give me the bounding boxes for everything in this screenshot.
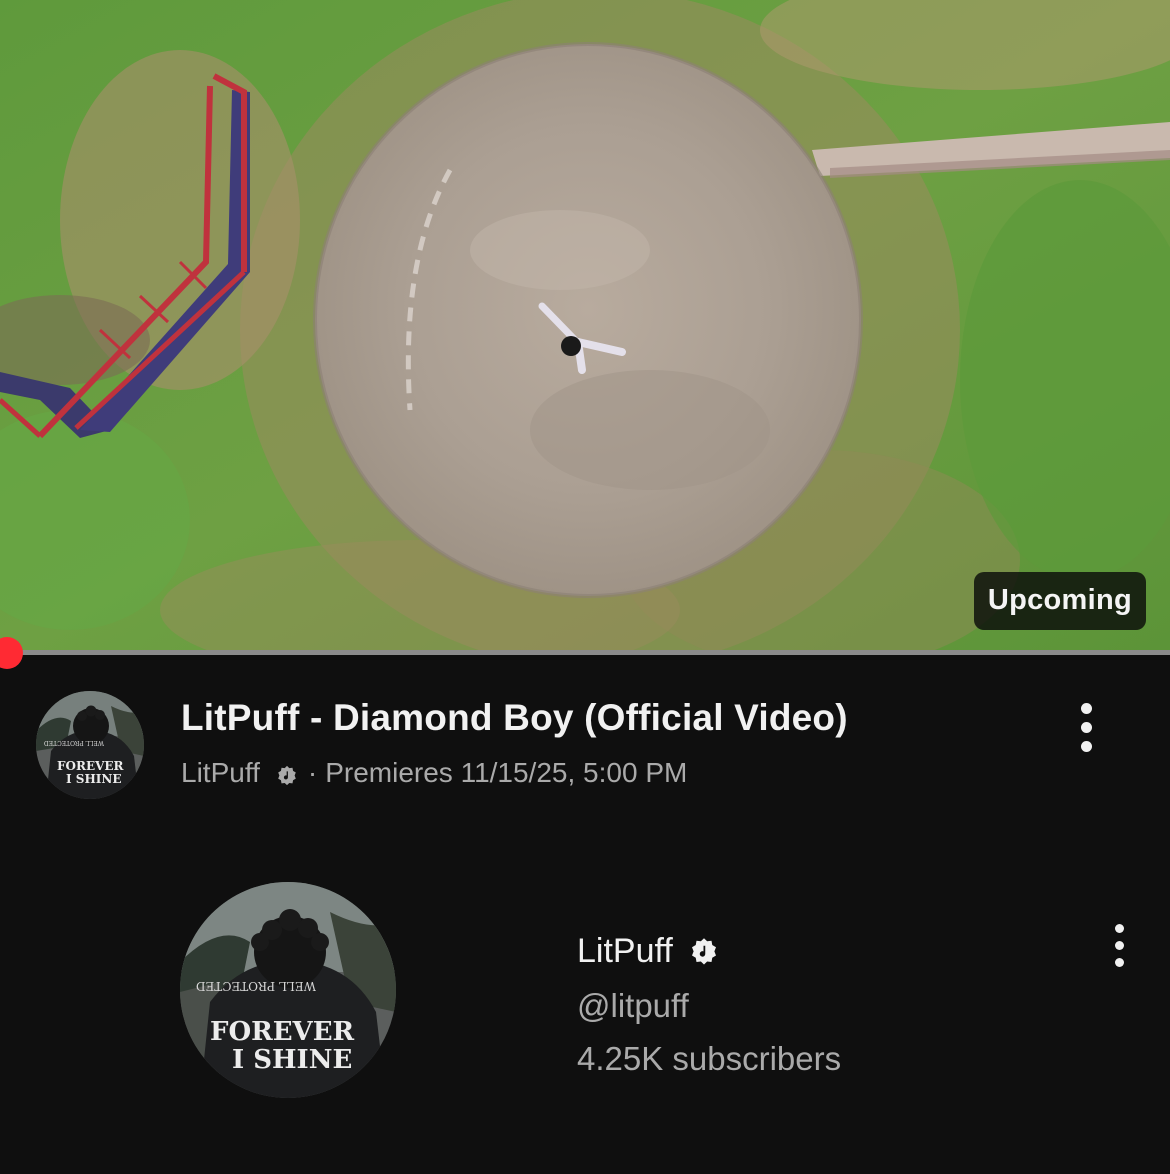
channel-more-button[interactable]	[1097, 910, 1141, 980]
channel-card-name[interactable]: LitPuff	[577, 932, 719, 971]
channel-card-name-text: LitPuff	[577, 932, 673, 970]
svg-text:FOREVER: FOREVER	[210, 1017, 355, 1047]
upcoming-badge: Upcoming	[973, 572, 1146, 630]
more-vert-icon-dot	[1114, 940, 1124, 950]
video-title[interactable]: LitPuff - Diamond Boy (Official Video)	[181, 697, 848, 739]
video-meta: LitPuff · Premieres 11/15/25, 5:00 PM	[181, 757, 687, 789]
channel-avatar[interactable]: WELL PROTECTED FOREVER I SHINE	[36, 691, 144, 799]
svg-text:WELL PROTECTED: WELL PROTECTED	[44, 739, 104, 746]
avatar-photo: WELL PROTECTED FOREVER I SHINE	[36, 691, 144, 799]
video-more-button[interactable]	[1064, 692, 1108, 762]
subscriber-count: 4.25K subscribers	[577, 1040, 842, 1077]
channel-handle: @litpuff	[577, 987, 689, 1024]
svg-text:FOREVER: FOREVER	[57, 759, 125, 773]
aerial-field-image	[0, 0, 1170, 652]
channel-card-avatar[interactable]: WELL PROTECTED FOREVER I SHINE	[180, 882, 396, 1098]
video-thumbnail[interactable]: Upcoming	[0, 0, 1170, 652]
more-vert-icon	[1080, 702, 1092, 714]
music-note-verified-icon	[689, 937, 719, 967]
svg-text:WELL PROTECTED: WELL PROTECTED	[196, 979, 316, 993]
meta-separator: ·	[307, 757, 318, 788]
video-channel-name[interactable]: LitPuff	[181, 757, 260, 789]
more-vert-icon	[1114, 923, 1124, 933]
avatar-photo-large: WELL PROTECTED FOREVER I SHINE	[180, 882, 396, 1098]
music-note-verified-icon	[276, 762, 298, 786]
svg-text:I SHINE: I SHINE	[66, 772, 122, 786]
svg-text:I SHINE: I SHINE	[232, 1045, 352, 1075]
more-vert-icon-dot	[1080, 721, 1092, 733]
more-vert-icon-dot	[1080, 740, 1092, 752]
more-vert-icon-dot	[1114, 957, 1124, 967]
progress-track[interactable]	[0, 650, 1170, 655]
premiere-time: Premieres 11/15/25, 5:00 PM	[325, 757, 688, 788]
